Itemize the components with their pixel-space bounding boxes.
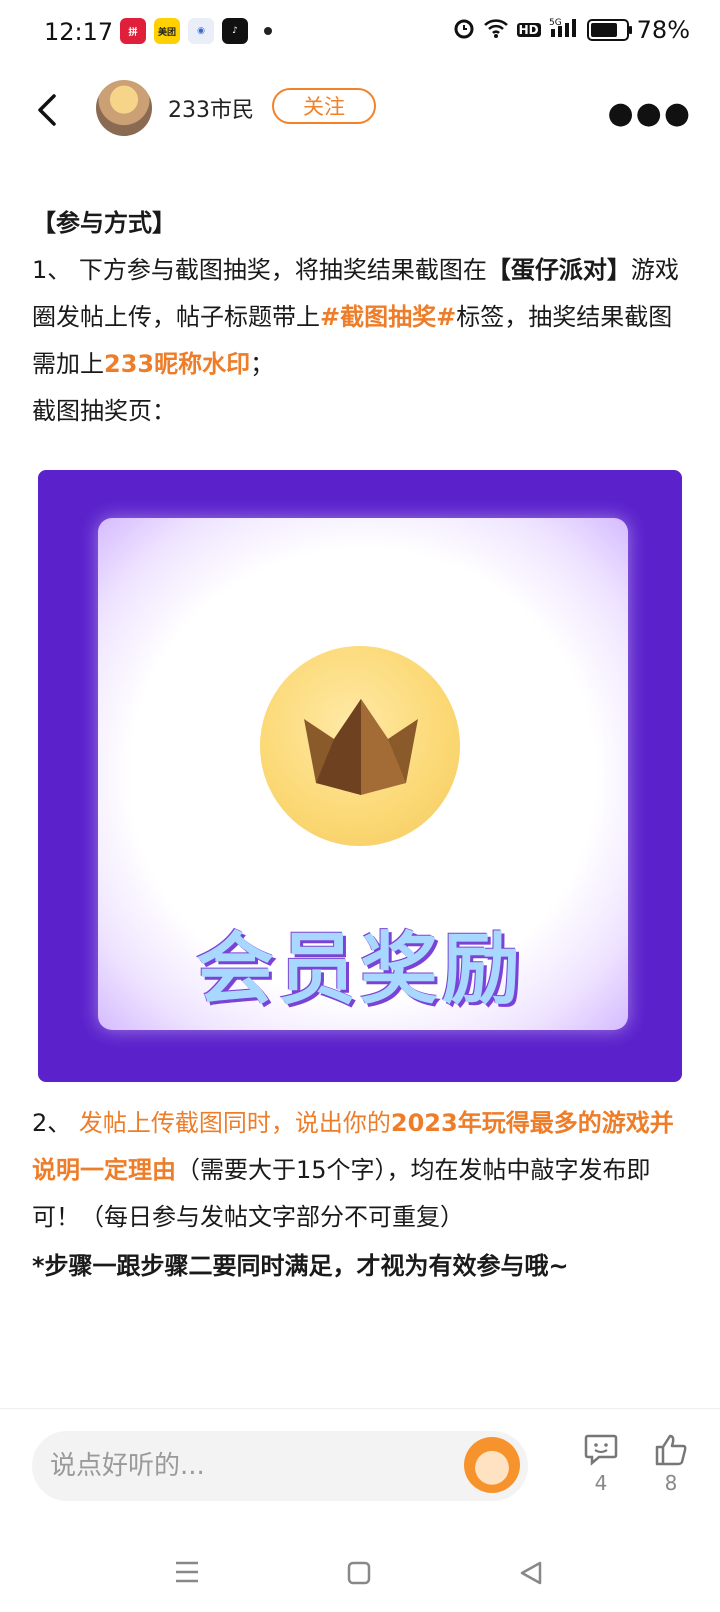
comment-button[interactable]: 4 — [576, 1433, 626, 1495]
signal-icon: 5G — [549, 17, 579, 43]
tag-link[interactable]: #截图抽奖# — [320, 303, 456, 331]
back-nav-icon[interactable] — [518, 1560, 544, 1586]
username[interactable]: 233市民 — [168, 92, 254, 124]
like-button[interactable]: 8 — [646, 1433, 696, 1495]
reward-title: 会员奖励 — [195, 925, 524, 1015]
pinduoduo-app-icon: 拼 — [120, 18, 146, 44]
comment-icon — [584, 1434, 618, 1466]
status-bar: 12:17 拼 美团 ◉ ♪ HD 5G 78% — [0, 0, 720, 64]
section-title: 【参与方式】 — [32, 209, 176, 237]
post-content: 【参与方式】 1、 下方参与截图抽奖，将抽奖结果截图在【蛋仔派对】游戏圈发帖上传… — [32, 200, 688, 435]
reward-image[interactable]: 会员奖励 — [38, 470, 682, 1082]
notification-icons: 拼 美团 ◉ ♪ — [120, 18, 272, 44]
battery-percent: 78% — [636, 16, 690, 44]
hd-indicator: HD — [516, 23, 541, 37]
news-app-icon: ◉ — [188, 18, 214, 44]
thumbs-up-icon — [655, 1434, 687, 1466]
status-time: 12:17 — [44, 18, 114, 46]
game-name: 【蛋仔派对】 — [486, 256, 631, 284]
alarm-icon — [453, 17, 475, 43]
home-icon[interactable] — [346, 1560, 372, 1586]
post-content-lower: 2、 发帖上传截图同时，说出你的2023年玩得最多的游戏并说明一定理由（需要大于… — [32, 1100, 688, 1290]
like-count: 8 — [664, 1471, 678, 1495]
crown-icon — [304, 699, 418, 795]
menu-icon[interactable] — [174, 1560, 200, 1584]
battery-icon — [586, 19, 632, 41]
douyin-app-icon: ♪ — [222, 18, 248, 44]
step-2: 2、 发帖上传截图同时，说出你的2023年玩得最多的游戏并说明一定理由（需要大于… — [32, 1109, 674, 1231]
comment-bar: 说点好听的... 4 8 — [0, 1408, 720, 1513]
avatar[interactable] — [96, 80, 152, 136]
wifi-icon — [483, 17, 509, 43]
meituan-app-icon: 美团 — [154, 18, 180, 44]
back-button[interactable] — [34, 92, 64, 128]
watermark-text: 233昵称水印 — [104, 350, 251, 378]
more-options-icon[interactable]: ●●● — [607, 96, 692, 131]
system-navigation — [0, 1530, 720, 1612]
step-1: 1、 下方参与截图抽奖，将抽奖结果截图在【蛋仔派对】游戏圈发帖上传，帖子标题带上… — [32, 256, 679, 378]
comment-count: 4 — [594, 1471, 608, 1495]
screenshot-label: 截图抽奖页： — [32, 397, 176, 425]
note: *步骤一跟步骤二要同时满足，才视为有效参与哦~ — [32, 1252, 569, 1280]
follow-button[interactable]: 关注 — [272, 88, 376, 124]
post-header: 233市民 关注 ●●● — [0, 70, 720, 150]
chevron-left-icon — [38, 94, 56, 126]
more-notifications-dot — [264, 27, 272, 35]
mascot-emoji-icon[interactable] — [464, 1437, 520, 1493]
comment-input[interactable]: 说点好听的... — [32, 1431, 528, 1501]
